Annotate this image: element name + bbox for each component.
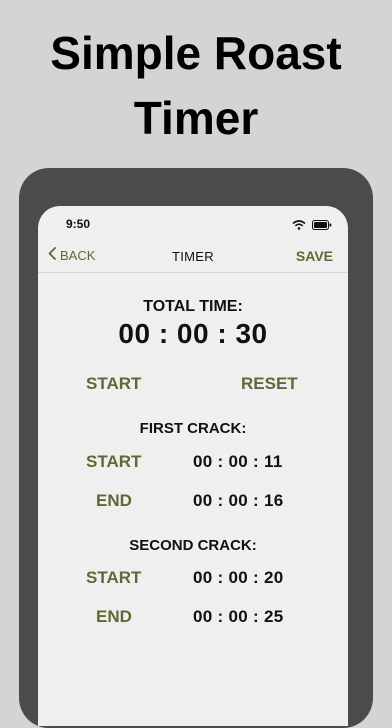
nav-bar: BACK TIMER SAVE — [38, 240, 348, 273]
first-crack-label: FIRST CRACK: — [139, 420, 247, 437]
first-crack-start-button[interactable]: START — [86, 452, 141, 472]
start-button[interactable]: START — [86, 374, 141, 394]
second-crack-start-button[interactable]: START — [86, 568, 141, 588]
first-crack-end-time: 00 : 00 : 16 — [193, 491, 284, 510]
battery-icon — [312, 217, 332, 235]
chevron-left-icon — [48, 247, 56, 263]
second-crack-end-time: 00 : 00 : 25 — [193, 607, 284, 626]
phone-screen: 9:50 BACK TIMER SAVE TOTAL TIME: 00: 00… — [38, 206, 348, 726]
save-button[interactable]: SAVE — [296, 248, 333, 264]
headline-line-2: Timer — [133, 92, 259, 144]
second-crack-start-time: 00 : 00 : 20 — [193, 568, 284, 587]
first-crack-end-button[interactable]: END — [96, 491, 132, 511]
second-crack-label: SECOND CRACK: — [129, 537, 257, 554]
back-button[interactable]: BACK — [48, 247, 95, 263]
total-time-label: TOTAL TIME: — [143, 298, 243, 315]
status-time: 9:50 — [66, 217, 91, 231]
total-time-value: 00 : 00 : 30 — [118, 318, 268, 349]
second-crack-end-button[interactable]: END — [96, 607, 132, 627]
reset-button[interactable]: RESET — [241, 374, 298, 394]
status-icons — [292, 217, 332, 235]
back-label: BACK — [60, 247, 96, 263]
headline-line-1: Simple Roast — [50, 27, 342, 79]
wifi-icon — [292, 217, 306, 235]
first-crack-start-time: 00 : 00 : 11 — [193, 452, 283, 471]
